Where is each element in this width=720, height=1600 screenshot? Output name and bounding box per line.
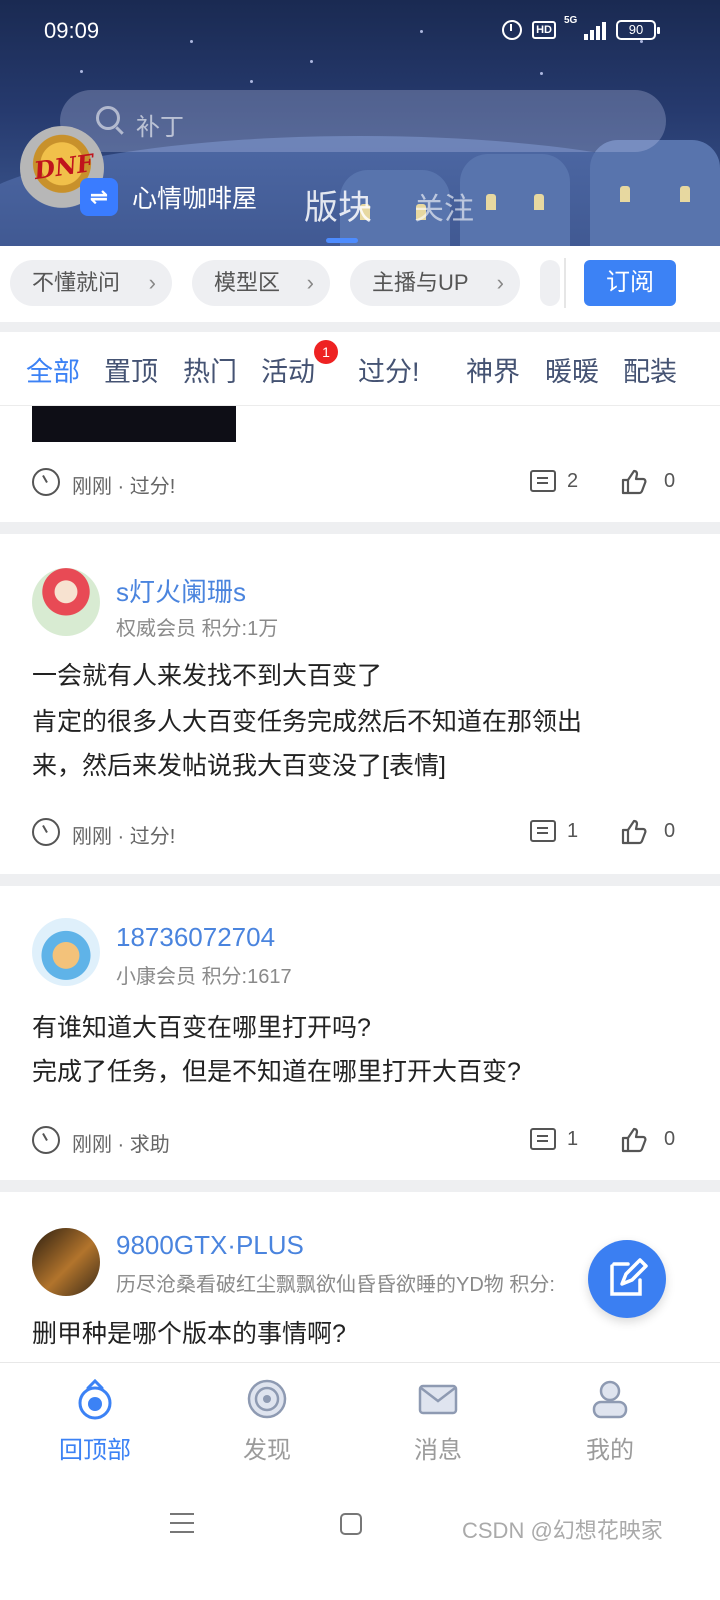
comment-count: 1 bbox=[567, 1128, 579, 1150]
post-footer: 刚刚 · 过分! 1 0 bbox=[32, 816, 688, 848]
tab-indicator bbox=[326, 238, 358, 243]
subscribe-button[interactable]: 订阅 bbox=[584, 260, 676, 306]
like-count: 0 bbox=[664, 820, 676, 842]
chip-streamer[interactable]: 主播与UP › bbox=[350, 260, 520, 306]
post-meta: 刚刚 · 求助 bbox=[72, 1134, 170, 1156]
post-meta: 刚刚 · 过分! bbox=[72, 826, 176, 848]
like-count: 0 bbox=[664, 470, 676, 492]
clock-icon bbox=[32, 468, 60, 496]
status-time: 09:09 bbox=[44, 18, 100, 43]
clock-icon bbox=[32, 818, 60, 846]
cat-hot[interactable]: 热门 bbox=[183, 350, 237, 389]
avatar[interactable] bbox=[32, 568, 100, 636]
chevron-right-icon: › bbox=[496, 270, 504, 295]
comment-icon[interactable] bbox=[530, 470, 556, 492]
nav-label: 消息 bbox=[414, 1437, 462, 1464]
thumbs-up-icon[interactable] bbox=[620, 468, 648, 496]
board-name: 心情咖啡屋 bbox=[132, 185, 258, 213]
user-meta: 权威会员 积分:1万 bbox=[116, 618, 279, 640]
switch-board-icon: ⇌ bbox=[80, 178, 118, 216]
user-meta: 小康会员 积分:1617 bbox=[116, 966, 292, 988]
post-text: 删甲种是哪个版本的事情啊? bbox=[32, 1320, 346, 1348]
compose-button[interactable] bbox=[588, 1240, 666, 1318]
board-switcher[interactable]: ⇌ 心情咖啡屋 bbox=[80, 178, 257, 216]
post-text: 一会就有人来发找不到大百变了 bbox=[32, 662, 383, 690]
edit-icon bbox=[610, 1258, 648, 1296]
avatar[interactable] bbox=[32, 918, 100, 986]
alarm-icon bbox=[502, 20, 523, 40]
post-meta: 刚刚 · 过分! bbox=[72, 476, 176, 498]
chip-model[interactable]: 模型区 › bbox=[192, 260, 330, 306]
chip-partial[interactable] bbox=[540, 260, 560, 306]
search-input[interactable]: 补丁 bbox=[60, 90, 666, 152]
clock-icon bbox=[32, 1126, 60, 1154]
cat-gear[interactable]: 配装 bbox=[623, 350, 677, 389]
username[interactable]: s灯火阑珊s bbox=[116, 572, 246, 609]
redacted-image bbox=[32, 406, 236, 442]
chevron-right-icon: › bbox=[306, 270, 314, 295]
comment-icon[interactable] bbox=[530, 820, 556, 842]
system-recents-button[interactable] bbox=[170, 1513, 194, 1533]
hd-icon: HD bbox=[532, 21, 556, 39]
nav-back-to-top[interactable]: 回顶部 bbox=[45, 1377, 145, 1465]
header-banner: 09:09 HD 5G 90 补丁 DNF ⇌ 心情咖啡屋 版块 关注 bbox=[0, 0, 720, 246]
username[interactable]: 9800GTX·PLUS bbox=[116, 1230, 304, 1261]
search-icon bbox=[96, 106, 120, 130]
tab-follow[interactable]: 关注 bbox=[414, 184, 474, 228]
nav-profile[interactable]: 我的 bbox=[560, 1377, 660, 1465]
chip-ask[interactable]: 不懂就问 › bbox=[10, 260, 172, 306]
sub-board-chips: 不懂就问 › 模型区 › 主播与UP › 订阅 bbox=[0, 246, 720, 322]
tab-board[interactable]: 版块 bbox=[304, 180, 372, 229]
battery-icon: 90 bbox=[616, 20, 660, 40]
section-gap bbox=[0, 1180, 720, 1192]
post-footer: 刚刚 · 求助 1 0 bbox=[32, 1124, 688, 1156]
discover-icon bbox=[247, 1379, 287, 1419]
post-card[interactable]: s灯火阑珊s 权威会员 积分:1万 一会就有人来发找不到大百变了 肯定的很多人大… bbox=[0, 534, 720, 874]
nav-discover[interactable]: 发现 bbox=[217, 1377, 317, 1465]
user-meta: 历尽沧桑看破红尘飘飘欲仙昏昏欲睡的YD物 积分: bbox=[116, 1274, 555, 1296]
status-bar: 09:09 HD 5G 90 bbox=[0, 0, 720, 64]
comment-icon[interactable] bbox=[530, 1128, 556, 1150]
post-text: 完成了任务，但是不知道在哪里打开大百变? bbox=[32, 1058, 521, 1086]
nav-messages[interactable]: 消息 bbox=[388, 1377, 488, 1465]
post-text: 肯定的很多人大百变任务完成然后不知道在那领出 bbox=[32, 708, 583, 736]
nav-label: 回顶部 bbox=[59, 1437, 131, 1464]
cat-all[interactable]: 全部 bbox=[26, 350, 80, 389]
comment-count: 2 bbox=[567, 470, 579, 492]
username[interactable]: 18736072704 bbox=[116, 922, 275, 953]
bottom-navigation: 回顶部 发现 消息 我的 CSDN @幻想花映家 bbox=[0, 1362, 720, 1600]
thumbs-up-icon[interactable] bbox=[620, 818, 648, 846]
profile-icon bbox=[592, 1380, 628, 1419]
section-gap bbox=[0, 874, 720, 886]
cat-pinned[interactable]: 置顶 bbox=[104, 350, 158, 389]
back-to-top-icon bbox=[78, 1378, 112, 1420]
message-icon bbox=[418, 1384, 458, 1415]
post-text: 来，然后来发帖说我大百变没了[表情] bbox=[32, 752, 446, 780]
category-tabs: 全部 置顶 热门 活动 过分! 神界 暖暖 配装 bbox=[0, 332, 720, 406]
signal-icon: 5G bbox=[564, 15, 606, 40]
section-gap bbox=[0, 322, 720, 332]
nav-label: 我的 bbox=[586, 1437, 634, 1464]
system-home-button[interactable] bbox=[340, 1513, 362, 1535]
watermark: CSDN @幻想花映家 bbox=[462, 1518, 663, 1543]
thumbs-up-icon[interactable] bbox=[620, 1126, 648, 1154]
nav-label: 发现 bbox=[243, 1437, 291, 1464]
comment-count: 1 bbox=[567, 820, 579, 842]
like-count: 0 bbox=[664, 1128, 676, 1150]
post-card[interactable]: 18736072704 小康会员 积分:1617 有谁知道大百变在哪里打开吗? … bbox=[0, 886, 720, 1180]
cat-warm[interactable]: 暖暖 bbox=[545, 350, 599, 389]
divider bbox=[564, 258, 566, 308]
cat-god-realm[interactable]: 神界 bbox=[466, 350, 520, 389]
chevron-right-icon: › bbox=[148, 270, 156, 295]
avatar[interactable] bbox=[32, 1228, 100, 1296]
section-gap bbox=[0, 522, 720, 534]
activity-badge: 1 bbox=[314, 340, 338, 364]
cat-excessive[interactable]: 过分! bbox=[358, 350, 420, 389]
search-placeholder: 补丁 bbox=[136, 114, 184, 141]
post-footer: 刚刚 · 过分! 2 0 bbox=[32, 466, 688, 498]
cat-activity[interactable]: 活动 bbox=[261, 350, 315, 389]
post-text: 有谁知道大百变在哪里打开吗? bbox=[32, 1014, 371, 1042]
